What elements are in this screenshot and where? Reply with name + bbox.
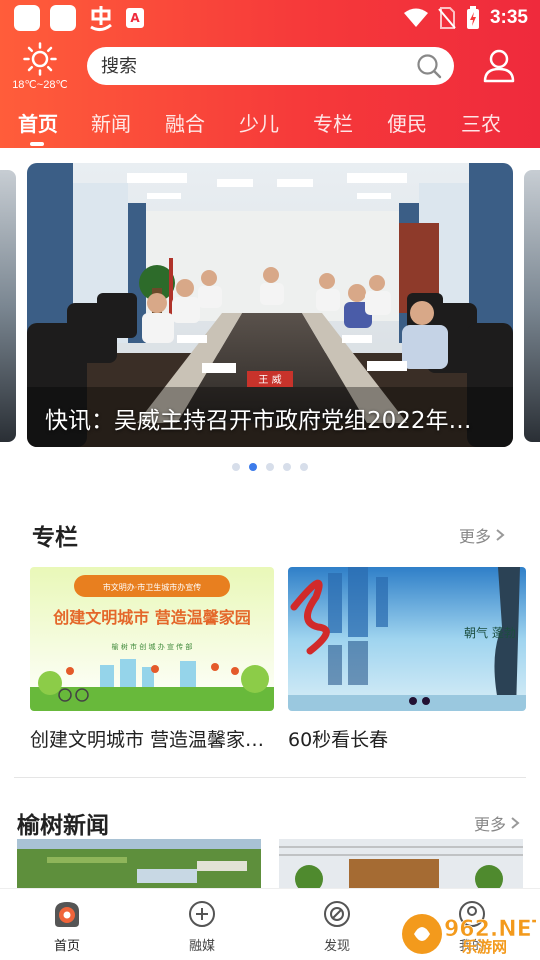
column-card[interactable]: 市文明办·市卫生城市办宣传 创建文明城市 营造温馨家园 榆 树 市 创 城 办 … (30, 567, 274, 757)
banner-headline: 创建文明城市 营造温馨家园 (52, 608, 251, 627)
tab-news[interactable]: 新闻 (91, 108, 131, 137)
yushu-more-link[interactable]: 更多 (474, 811, 520, 835)
plus-circle-icon (189, 901, 215, 927)
tab-agriculture[interactable]: 三农 (461, 108, 501, 137)
battery-charging-icon (466, 6, 479, 29)
banner-bottom-text: 榆 树 市 创 城 办 宣 传 部 (112, 642, 193, 651)
search-input[interactable] (101, 47, 401, 85)
card-title[interactable]: 60秒看长春 (288, 725, 526, 752)
more-label: 更多 (459, 527, 492, 546)
carousel-pagination (0, 463, 540, 473)
carousel-dot[interactable] (232, 463, 240, 471)
yushu-news-card[interactable] (17, 839, 261, 888)
column-section-title: 专栏 (32, 525, 78, 551)
yushu-news-card[interactable] (279, 839, 523, 888)
tab-media[interactable]: 融合 (165, 108, 205, 137)
status-indicators: 3:35 (403, 4, 528, 32)
tab-column[interactable]: 专栏 (313, 108, 353, 137)
status-bar: A 3:35 (0, 0, 540, 36)
nav-media[interactable]: 融媒 (157, 889, 247, 960)
nav-home[interactable]: 首页 (22, 889, 112, 960)
discover-icon (324, 901, 350, 927)
search-icon[interactable] (416, 53, 442, 79)
carousel-dot[interactable] (283, 463, 291, 471)
carousel-caption[interactable]: 快讯：吴威主持召开市政府党组2022年… (45, 401, 495, 435)
card-thumbnail: 朝气 蓬勃 (288, 567, 526, 711)
nav-label: 首页 (53, 939, 80, 954)
section-divider (14, 777, 526, 778)
tab-home[interactable]: 首页 (18, 108, 58, 137)
carousel-slide[interactable]: 王 威 快讯：吴威主持召开市政府党组2022年… (27, 163, 513, 447)
aerial-farmland-thumb (17, 839, 261, 888)
carousel-dot[interactable] (249, 463, 257, 471)
tab-services[interactable]: 便民 (387, 108, 427, 137)
changchun-video-thumb: 朝气 蓬勃 (288, 567, 526, 711)
notification-app-icon (90, 6, 112, 32)
column-more-link[interactable]: 更多 (459, 523, 505, 547)
card-title[interactable]: 创建文明城市 营造温馨家… (30, 725, 274, 752)
column-card[interactable]: 朝气 蓬勃 60秒看长春 (288, 567, 526, 757)
user-icon[interactable] (480, 47, 518, 85)
weather-widget[interactable]: 18℃~28℃ (8, 42, 72, 91)
nav-label: 融媒 (188, 939, 215, 954)
weather-temp: 18℃~28℃ (12, 79, 68, 91)
video-overlay-text: 朝气 蓬勃 (464, 625, 516, 640)
yushu-news-title: 榆树新闻 (17, 813, 109, 839)
carousel-dot[interactable] (266, 463, 274, 471)
category-tabs: 首页 新闻 融合 少儿 专栏 便民 三农 (0, 100, 540, 148)
nav-label: 发现 (323, 939, 350, 954)
card-thumbnail: 市文明办·市卫生城市办宣传 创建文明城市 营造温馨家园 榆 树 市 创 城 办 … (30, 567, 274, 711)
search-bar[interactable] (87, 47, 454, 85)
more-label: 更多 (474, 815, 507, 834)
carousel-dot[interactable] (300, 463, 308, 471)
nameplate-text: 王 威 (258, 373, 281, 386)
tab-kids[interactable]: 少儿 (239, 108, 279, 137)
chevron-right-icon (496, 529, 505, 541)
notification-app-icon (14, 5, 40, 31)
app-header: A 3:35 18℃~28℃ 搜索 首页 新闻 融合 少儿 专栏 便民 三农 (0, 0, 540, 148)
chevron-right-icon (511, 817, 520, 829)
carousel-prev-slide[interactable] (0, 170, 16, 442)
tab-active-indicator (30, 142, 44, 146)
no-sim-icon (438, 7, 456, 29)
pdf-notification-icon: A (126, 8, 144, 28)
home-icon (55, 902, 79, 927)
wifi-icon (403, 8, 428, 27)
greenhouse-thumb (279, 839, 523, 888)
notification-app-icon (50, 5, 76, 31)
watermark-subtext: 乐游网 (462, 938, 508, 956)
clock: 3:35 (489, 7, 528, 28)
banner-top-text: 市文明办·市卫生城市办宣传 (103, 582, 202, 592)
civilized-city-banner: 市文明办·市卫生城市办宣传 创建文明城市 营造温馨家园 榆 树 市 创 城 办 … (30, 567, 274, 711)
nav-discover[interactable]: 发现 (292, 889, 382, 960)
carousel-next-slide[interactable] (524, 170, 540, 442)
news-carousel[interactable]: 王 威 快讯：吴威主持召开市政府党组2022年… (0, 148, 540, 483)
sun-icon (23, 42, 57, 76)
